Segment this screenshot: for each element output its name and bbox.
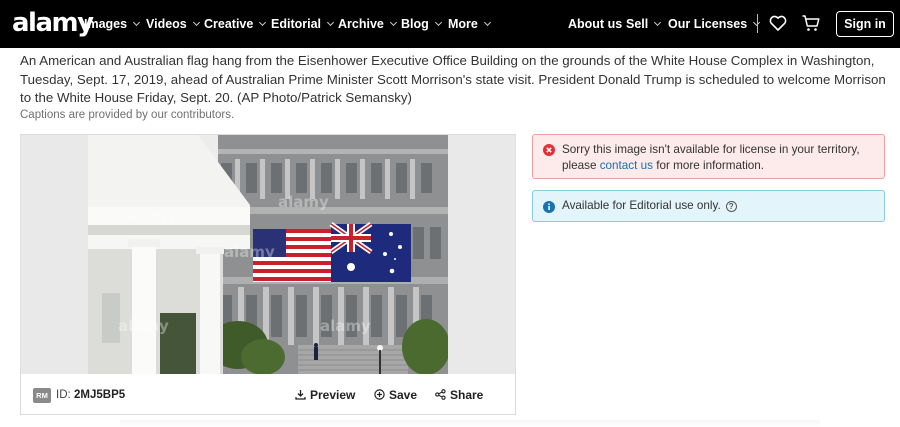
- watermark-text: alamy: [320, 317, 371, 335]
- chevron-down-icon: [192, 18, 200, 27]
- section-divider: [120, 420, 820, 427]
- download-icon: [295, 390, 306, 400]
- share-button[interactable]: Share: [435, 386, 485, 404]
- image-card: alamy alamy alamy alamy alamy RM ID: 2MJ…: [20, 134, 516, 415]
- top-nav: alamy Images Videos Creative Editorial A…: [0, 0, 900, 48]
- help-icon[interactable]: ?: [725, 201, 737, 212]
- preview-label: Preview: [310, 388, 356, 402]
- chevron-down-icon: [483, 18, 491, 27]
- share-icon: [435, 389, 446, 400]
- image-id-label: ID:: [56, 389, 71, 401]
- nav-item-more[interactable]: More: [448, 16, 491, 32]
- preview-button[interactable]: Preview: [295, 386, 357, 404]
- nav-item-blog[interactable]: Blog: [401, 16, 442, 32]
- cart-icon[interactable]: [801, 13, 821, 33]
- nav-item-creative[interactable]: Creative: [204, 16, 267, 32]
- save-button[interactable]: Save: [374, 386, 422, 404]
- sign-in-button[interactable]: Sign in: [836, 11, 894, 37]
- image-id-value: 2MJ5BP5: [74, 389, 126, 401]
- info-icon: [543, 201, 555, 213]
- editorial-info-alert: Available for Editorial use only.?: [532, 190, 885, 222]
- editorial-message: Available for Editorial use only.?: [562, 198, 737, 214]
- watermark-text: alamy: [224, 243, 275, 261]
- nav-item-images[interactable]: Images: [84, 16, 141, 32]
- chevron-down-icon: [259, 18, 267, 27]
- chevron-down-icon: [133, 18, 141, 27]
- heart-icon[interactable]: [768, 13, 788, 33]
- alamy-logo[interactable]: alamy: [12, 8, 94, 38]
- contact-us-link[interactable]: contact us: [600, 159, 653, 172]
- nav-divider: [757, 14, 758, 33]
- image-caption: An American and Australian flag hang fro…: [20, 53, 886, 105]
- watermark-text: alamy: [126, 207, 177, 225]
- chevron-down-icon: [654, 18, 662, 27]
- plus-circle-icon: [374, 389, 385, 400]
- nav-about-us[interactable]: About us: [568, 16, 622, 32]
- chevron-down-icon: [389, 18, 397, 27]
- nav-sell[interactable]: Sell: [626, 16, 662, 32]
- chevron-down-icon: [326, 18, 335, 27]
- save-label: Save: [389, 388, 418, 402]
- nav-item-editorial[interactable]: Editorial: [271, 16, 335, 32]
- photo-area: alamy alamy alamy alamy alamy: [21, 135, 515, 374]
- error-message-line2: please contact us for more information.: [562, 159, 765, 172]
- main-photo[interactable]: alamy alamy alamy alamy alamy: [88, 135, 448, 374]
- share-label: Share: [450, 388, 484, 402]
- watermark-text: alamy: [118, 317, 169, 335]
- nav-our-licenses[interactable]: Our Licenses: [668, 16, 761, 32]
- territory-error-alert: Sorry this image isn't available for lic…: [532, 134, 885, 179]
- image-card-footer: RM ID: 2MJ5BP5 Preview Save Share: [21, 374, 515, 415]
- chevron-down-icon: [434, 18, 442, 27]
- error-icon: [543, 144, 555, 156]
- watermark-text: alamy: [278, 193, 329, 211]
- nav-item-videos[interactable]: Videos: [146, 16, 200, 32]
- nav-item-archive[interactable]: Archive: [338, 16, 397, 32]
- license-badge: RM: [33, 388, 51, 403]
- error-message-line1: Sorry this image isn't available for lic…: [562, 143, 860, 156]
- caption-note: Captions are provided by our contributor…: [20, 109, 235, 121]
